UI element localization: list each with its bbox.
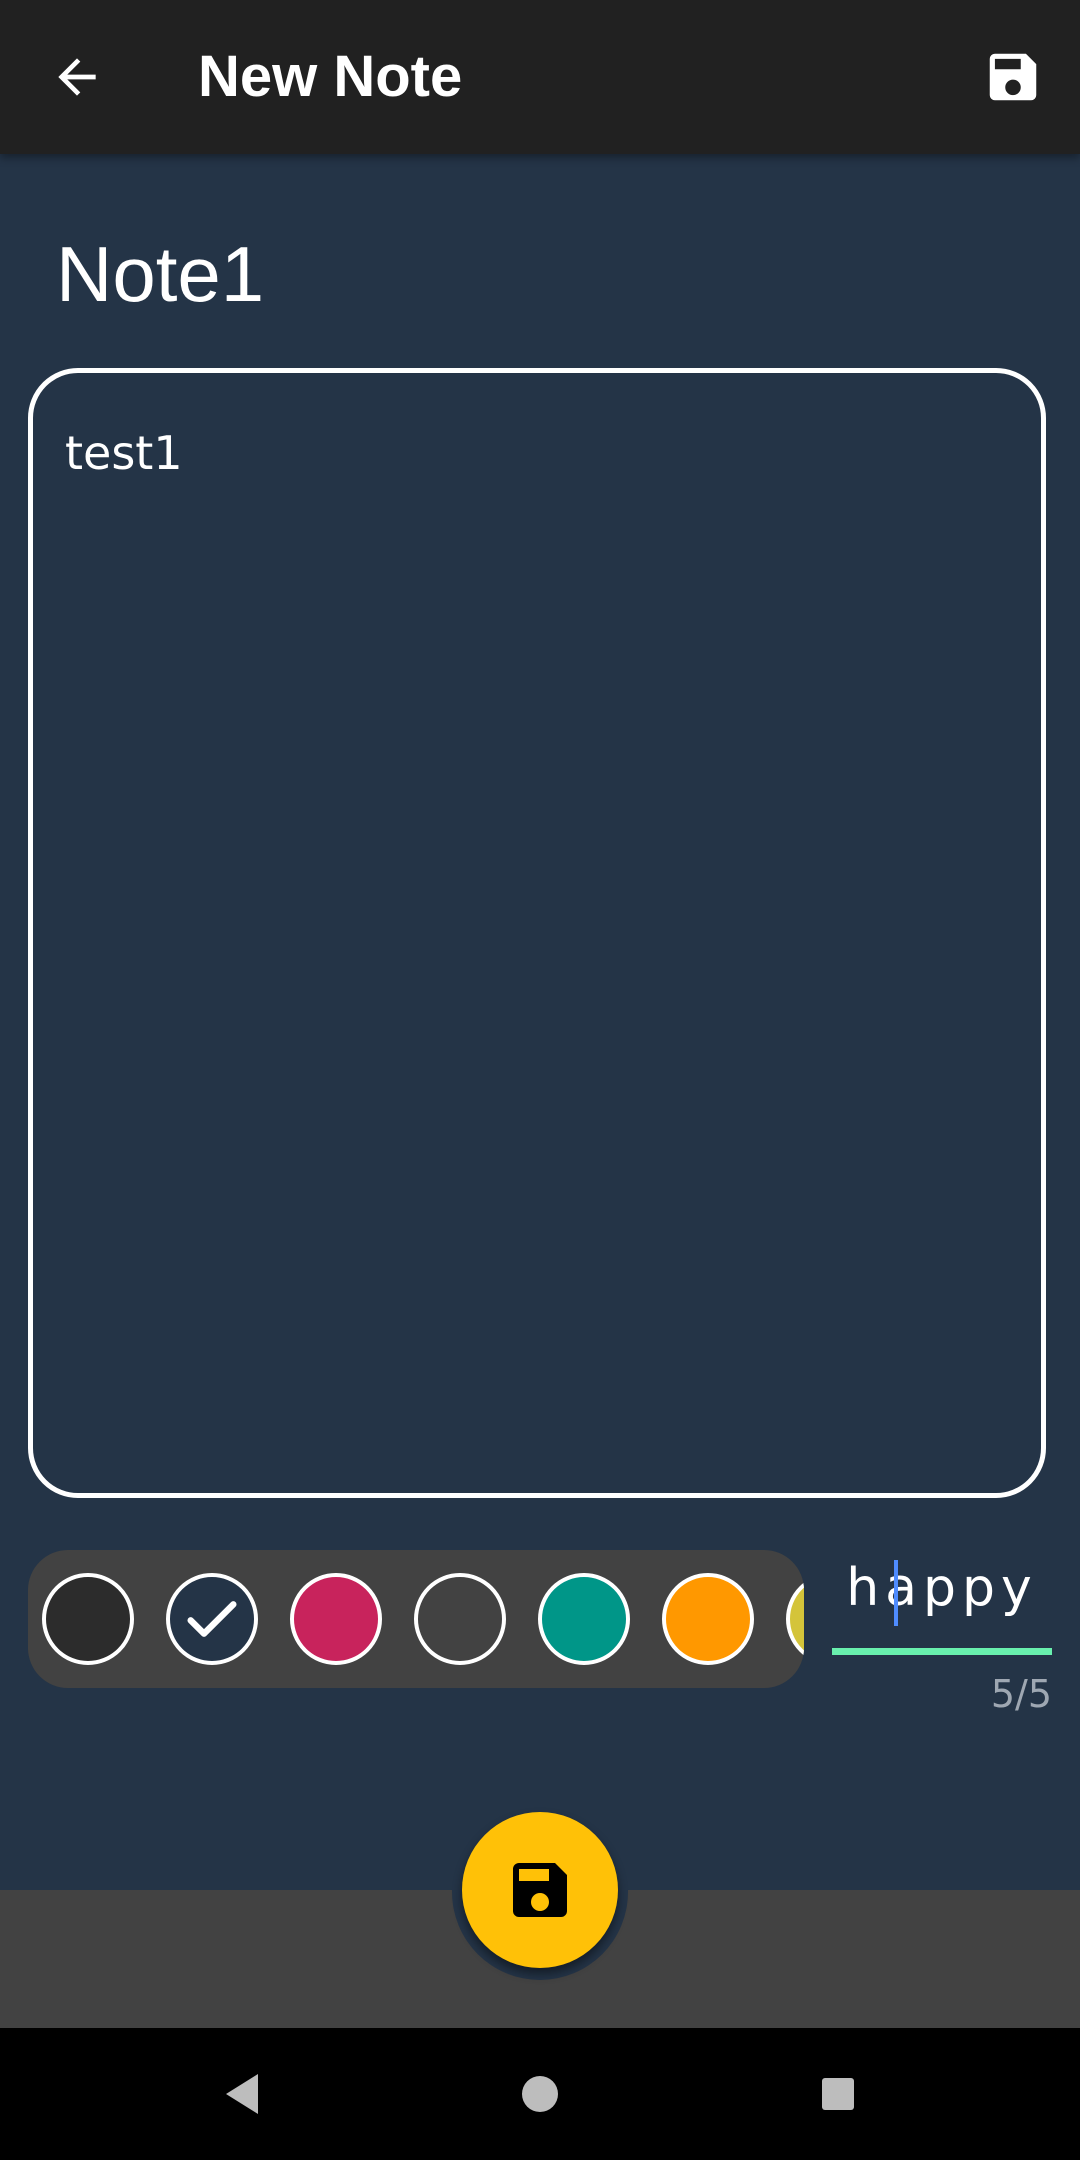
color-swatch-orange[interactable] <box>662 1573 754 1665</box>
triangle-back-icon <box>226 2074 258 2114</box>
square-recents-icon <box>822 2078 854 2110</box>
save-fab-button[interactable] <box>462 1812 618 1968</box>
page-title: New Note <box>198 44 463 109</box>
color-swatch-yellow[interactable] <box>786 1573 804 1665</box>
color-swatch-dark-gray[interactable] <box>42 1573 134 1665</box>
mood-input[interactable]: happy <box>832 1548 1052 1658</box>
back-button[interactable] <box>40 40 114 114</box>
color-swatch-pink[interactable] <box>290 1573 382 1665</box>
nav-back-button[interactable] <box>212 2064 272 2124</box>
save-icon <box>989 53 1037 101</box>
color-swatch-gray[interactable] <box>414 1573 506 1665</box>
color-swatch-navy[interactable] <box>166 1573 258 1665</box>
nav-recents-button[interactable] <box>808 2064 868 2124</box>
save-icon <box>513 1863 567 1917</box>
app-bar: New Note <box>0 0 1080 154</box>
mood-text: happy <box>846 1558 1038 1618</box>
note-body-input[interactable]: test1 <box>28 368 1046 1498</box>
color-swatch-teal[interactable] <box>538 1573 630 1665</box>
save-button[interactable] <box>976 40 1050 114</box>
check-icon <box>187 1601 237 1637</box>
circle-home-icon <box>522 2076 558 2112</box>
character-counter: 5/5 <box>990 1672 1052 1716</box>
nav-home-button[interactable] <box>510 2064 570 2124</box>
system-nav-bar <box>0 2028 1080 2160</box>
input-underline <box>832 1648 1052 1655</box>
arrow-back-icon <box>58 58 96 96</box>
text-cursor <box>894 1560 898 1626</box>
color-picker[interactable] <box>28 1550 804 1688</box>
note-body-text: test1 <box>65 426 183 480</box>
note-title-input[interactable]: Note1 <box>56 228 264 320</box>
